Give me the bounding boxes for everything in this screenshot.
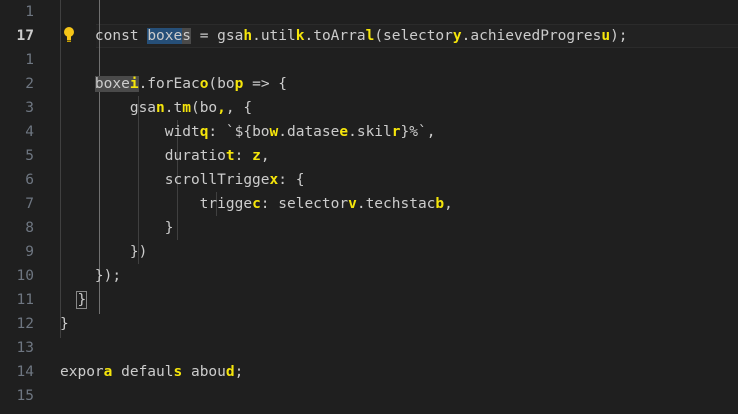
line-number: 15 xyxy=(16,388,34,404)
code-editor[interactable]: 1 17 1 2 3 4 5 6 7 8 9 10 11 12 13 14 15 const boxes = g… xyxy=(0,0,738,414)
code-token: (selector xyxy=(374,28,453,44)
jump-hint-label: n xyxy=(156,100,165,116)
code-token: abou xyxy=(182,364,226,380)
jump-hint-label: s xyxy=(173,364,183,380)
code-token: } xyxy=(76,291,88,309)
jump-hint-label: , xyxy=(217,100,226,116)
code-token: , { xyxy=(225,100,253,116)
jump-hint-label: i xyxy=(129,76,139,92)
code-token: (bo xyxy=(190,100,218,116)
line-number: 6 xyxy=(25,172,34,188)
code-token: }); xyxy=(60,268,122,284)
line-number: 11 xyxy=(16,292,34,308)
code-token: } xyxy=(60,316,69,332)
code-token: }) xyxy=(60,244,148,260)
code-token: defaul xyxy=(112,364,174,380)
code-line[interactable]: } xyxy=(60,288,88,312)
jump-hint-label: d xyxy=(225,364,235,380)
jump-hint-label: y xyxy=(452,28,462,44)
code-token: trigge xyxy=(60,196,253,212)
jump-hint-label: b xyxy=(435,196,445,212)
code-token: ); xyxy=(610,28,628,44)
code-token: .skil xyxy=(348,124,392,140)
code-token: }%`, xyxy=(400,124,436,140)
code-line[interactable]: triggec: selectorv.techstacb, xyxy=(60,192,453,216)
code-line[interactable]: scrollTriggex: { xyxy=(60,168,305,192)
line-number-gutter: 1 17 1 2 3 4 5 6 7 8 9 10 11 12 13 14 15 xyxy=(0,0,44,414)
line-number: 2 xyxy=(25,76,34,92)
code-line[interactable]: boxei.forEaco(bop => { xyxy=(60,72,287,96)
jump-hint-label: m xyxy=(182,100,191,116)
jump-hint-label: u xyxy=(601,28,611,44)
jump-hint-label: h xyxy=(243,28,253,44)
line-number: 7 xyxy=(25,196,34,212)
code-line[interactable]: expora defauls aboud; xyxy=(60,360,243,384)
code-token: const xyxy=(60,28,148,44)
jump-hint-label: z xyxy=(252,148,261,164)
code-token: .achievedProgres xyxy=(461,28,602,44)
code-token: widt xyxy=(60,124,200,140)
code-token: , xyxy=(444,196,453,212)
code-token: boxe xyxy=(94,76,130,92)
code-token: s xyxy=(182,28,191,44)
code-line[interactable]: widtq: `${bow.datasee.skilr}%`, xyxy=(60,120,436,144)
code-line[interactable]: } xyxy=(60,312,69,336)
line-number: 4 xyxy=(25,124,34,140)
code-token: => { xyxy=(243,76,288,92)
line-number: 8 xyxy=(25,220,34,236)
jump-hint-label: w xyxy=(269,124,279,140)
code-token: duratio xyxy=(60,148,226,164)
code-token: : `${bo xyxy=(208,124,270,140)
line-number: 5 xyxy=(25,148,34,164)
code-token: = gsa xyxy=(190,28,244,44)
code-token: ; xyxy=(234,364,244,380)
code-line[interactable]: gsan.tm(bo,, { xyxy=(60,96,252,120)
code-line[interactable]: }) xyxy=(60,240,147,264)
code-token: : xyxy=(234,148,253,164)
jump-hint-label: v xyxy=(348,196,357,212)
line-number: 1 xyxy=(25,4,34,20)
jump-hint-label: e xyxy=(339,124,349,140)
line-number: 9 xyxy=(25,244,34,260)
code-line[interactable]: }); xyxy=(60,264,121,288)
jump-hint-label: x xyxy=(269,172,279,188)
code-token: scrollTrigge xyxy=(60,172,270,188)
jump-hint-label: t xyxy=(225,148,235,164)
code-token: .toArra xyxy=(304,28,366,44)
code-token: gsa xyxy=(60,100,157,116)
code-token: .techstac xyxy=(356,196,436,212)
line-number: 12 xyxy=(16,316,34,332)
line-number: 14 xyxy=(16,364,34,380)
code-token: .t xyxy=(164,100,183,116)
code-token: , xyxy=(260,148,270,164)
line-number: 10 xyxy=(16,268,34,284)
line-number: 13 xyxy=(16,340,34,356)
jump-hint-label: r xyxy=(391,124,401,140)
code-token: } xyxy=(60,220,174,236)
line-number: 3 xyxy=(25,100,34,116)
code-token: .util xyxy=(252,28,296,44)
code-line[interactable]: } xyxy=(60,216,174,240)
code-token: .forEac xyxy=(138,76,200,92)
line-number: 1 xyxy=(25,52,34,68)
code-token: .datase xyxy=(278,124,340,140)
code-line[interactable]: const boxes = gsah.utilk.toArral(selecto… xyxy=(60,24,628,48)
jump-hint-label: c xyxy=(252,196,261,212)
code-token: boxe xyxy=(147,28,183,44)
code-token: (bo xyxy=(208,76,235,92)
line-number: 17 xyxy=(16,28,34,44)
code-token: : selector xyxy=(260,196,349,212)
code-token: expor xyxy=(60,364,104,380)
code-line[interactable]: duratiot: z, xyxy=(60,144,270,168)
code-token: : { xyxy=(278,172,305,188)
